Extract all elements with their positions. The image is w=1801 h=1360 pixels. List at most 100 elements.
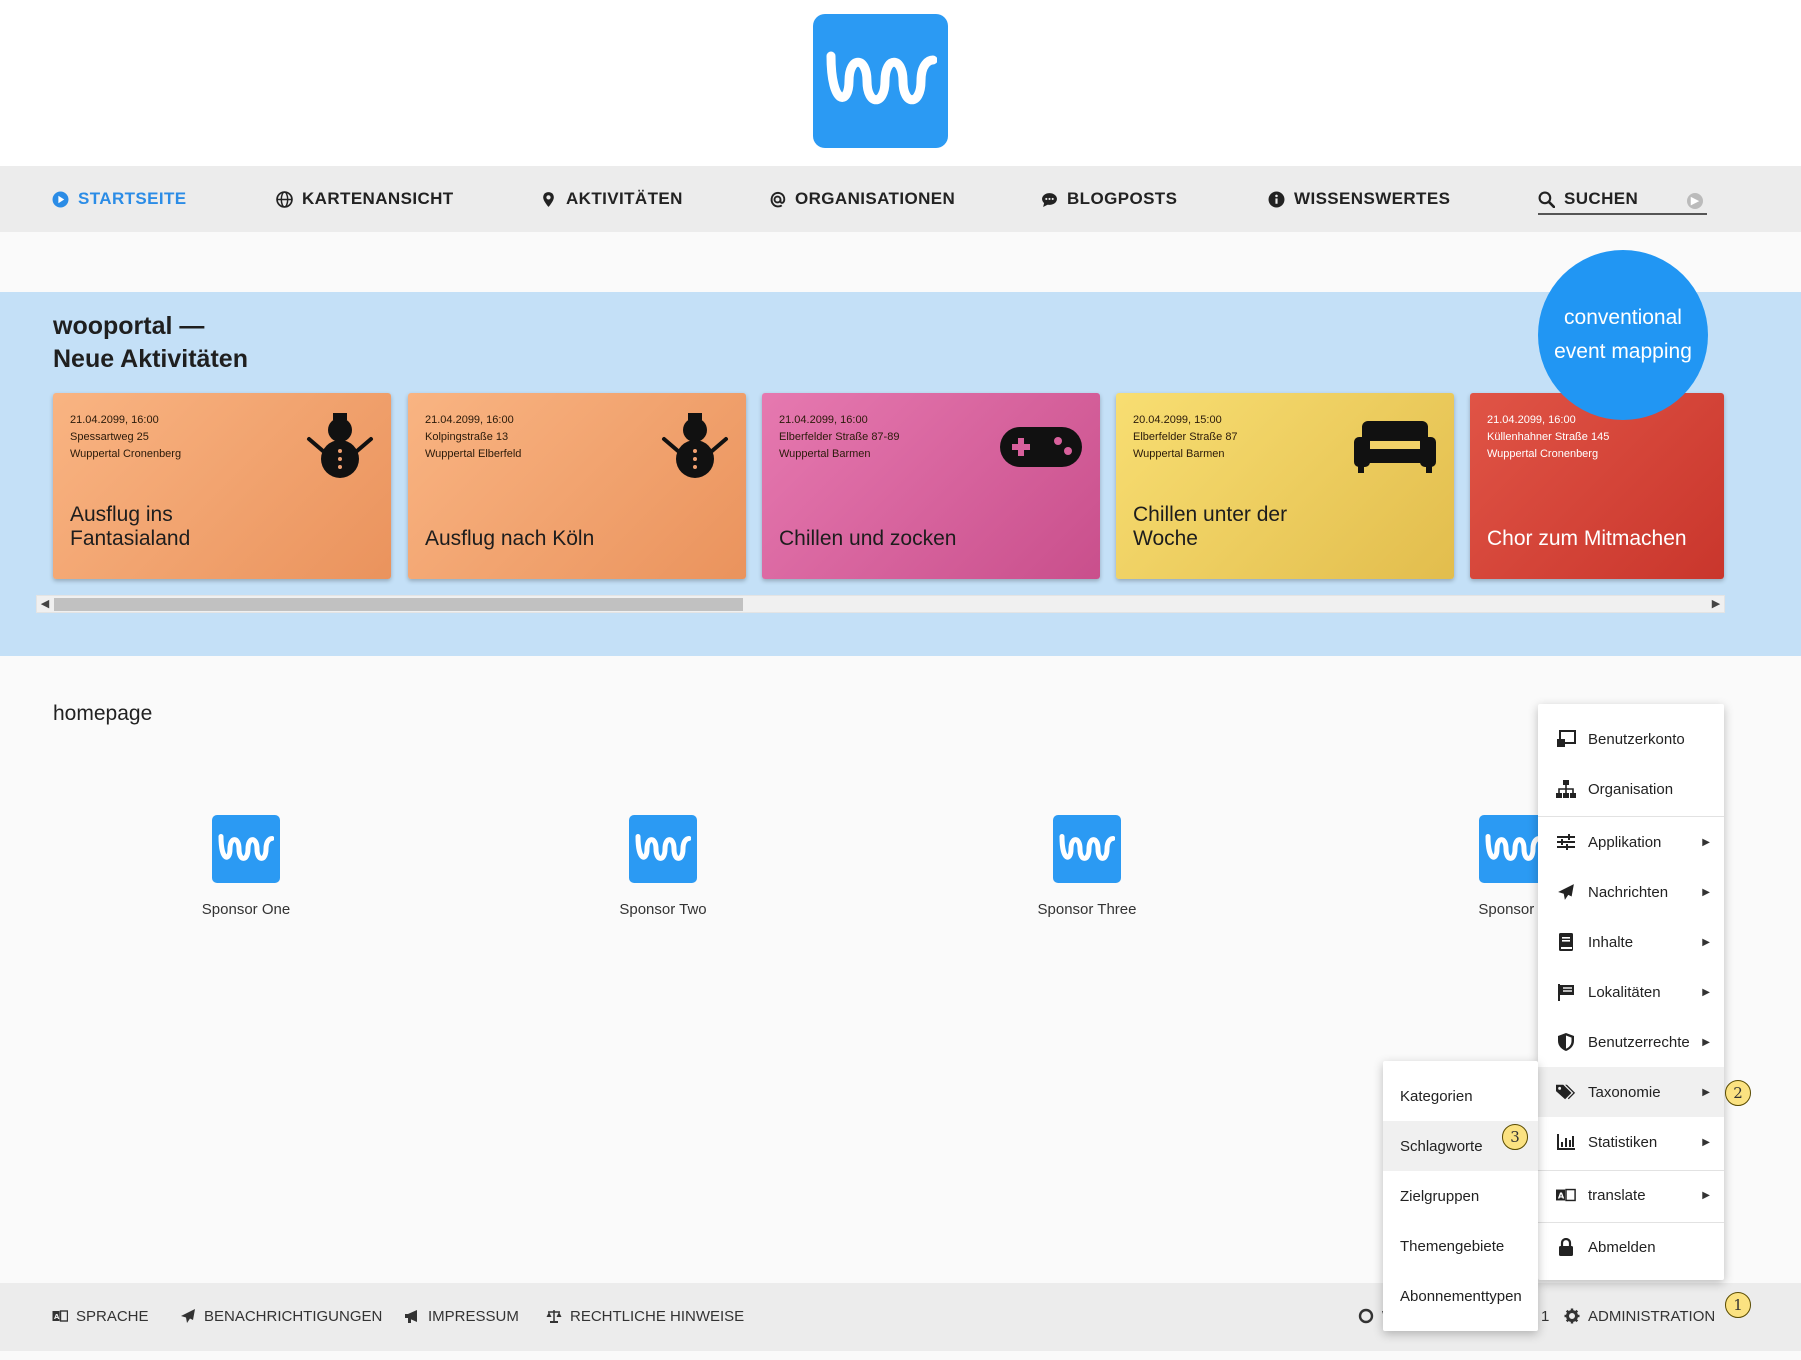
horizontal-scrollbar[interactable]: ◀ ▶ [36,595,1725,613]
homepage-label: homepage [53,702,153,725]
footer-legal-label: RECHTLICHE HINWEISE [570,1307,745,1325]
menu-item-inhalte[interactable]: Inhalte ▶ [1538,917,1724,967]
scroll-left-icon[interactable]: ◀ [37,596,53,612]
menu-item-label: Benutzerrechte [1588,1033,1690,1051]
nav-map[interactable]: KARTENANSICHT [276,166,454,232]
nav-blog[interactable]: BLOGPOSTS [1041,166,1177,232]
sponsor-logo [1053,815,1121,883]
globe-icon [276,190,293,208]
wooportal-logo[interactable] [813,14,948,148]
card-meta: 20.04.2099, 15:00 Elberfelder Straße 87 … [1133,412,1238,463]
card-street: Spessartweg 25 [70,431,149,443]
badge-line1: conventional [1564,306,1682,329]
bar-chart-icon [1556,1132,1576,1152]
step-badge-1: 1 [1725,1292,1751,1318]
menu-item-label: Nachrichten [1588,883,1669,901]
nav-map-label: KARTENANSICHT [302,189,454,208]
menu-item-lokalitaeten[interactable]: Lokalitäten ▶ [1538,967,1724,1017]
menu-item-abmelden[interactable]: Abmelden [1538,1222,1724,1272]
chevron-right-icon: ▶ [1702,836,1710,848]
menu-item-label: Lokalitäten [1588,983,1661,1001]
sliders-icon [1556,832,1576,852]
sponsor-item[interactable]: Sponsor One [146,815,346,918]
book-icon [1556,932,1576,952]
tags-icon [1556,1082,1576,1102]
activity-card[interactable]: 21.04.2099, 16:00 Kolpingstraße 13 Wuppe… [408,393,746,579]
nav-home[interactable]: STARTSEITE [52,166,187,232]
card-city: Wuppertal Elberfeld [425,448,522,460]
page: STARTSEITE KARTENANSICHT AKTIVITÄTEN ORG… [0,0,1801,1360]
card-title: Ausflug ins Fantasialand [70,503,191,550]
activity-card[interactable]: 20.04.2099, 15:00 Elberfelder Straße 87 … [1116,393,1454,579]
snowman-icon [660,411,730,486]
sofa-icon [1352,419,1438,480]
menu-item-organisation[interactable]: Organisation [1538,764,1724,814]
submenu-item-zielgruppen[interactable]: Zielgruppen [1383,1171,1538,1221]
snowman-icon [305,411,375,486]
menu-item-applikation[interactable]: Applikation ▶ [1538,817,1724,867]
footer-imprint[interactable]: IMPRESSUM [404,1305,519,1327]
menu-item-taxonomie[interactable]: Taxonomie ▶ [1538,1067,1724,1117]
search-field[interactable]: SUCHEN [1538,166,1638,232]
chevron-right-icon: ▶ [1702,1136,1710,1148]
footer-notifications-label: BENACHRICHTIGUNGEN [204,1307,383,1325]
submenu-item-abonnementtypen[interactable]: Abonnementtypen [1383,1271,1538,1321]
nav-activities[interactable]: AKTIVITÄTEN [540,166,683,232]
sponsor-name: Sponsor Two [619,901,707,918]
menu-item-label: Applikation [1588,833,1662,851]
footer-language[interactable]: A SPRACHE [52,1305,149,1327]
flag-icon [1556,982,1576,1002]
menu-item-label: Inhalte [1588,933,1634,951]
menu-item-nachrichten[interactable]: Nachrichten ▶ [1538,867,1724,917]
footer-imprint-label: IMPRESSUM [428,1307,519,1325]
sponsor-name: Sponsor Three [1037,901,1137,918]
card-street: Kolpingstraße 13 [425,431,509,443]
sponsor-item[interactable]: Sponsor Three [987,815,1187,918]
nav-info-label: WISSENSWERTES [1294,189,1451,208]
menu-item-statistiken[interactable]: Statistiken ▶ [1538,1117,1724,1167]
section-title: wooportal — Neue Aktivitäten [53,310,248,376]
submenu-item-kategorien[interactable]: Kategorien [1383,1071,1538,1121]
nav-info[interactable]: WISSENSWERTES [1268,166,1450,232]
card-date: 21.04.2099, 16:00 [425,414,514,426]
translate-icon: A [52,1310,68,1322]
card-city: Wuppertal Barmen [779,448,871,460]
paper-plane-icon [1556,882,1576,902]
shield-icon [1556,1032,1576,1052]
footer-partial-right: 1 [1541,1307,1550,1325]
gamepad-icon [998,423,1084,476]
scroll-thumb[interactable] [54,598,743,611]
submenu-item-label: Schlagworte [1400,1137,1483,1155]
gear-icon [1564,1308,1580,1324]
submenu-item-themengebiete[interactable]: Themengebiete [1383,1221,1538,1271]
chevron-right-icon: ▶ [1702,986,1710,998]
activity-card[interactable]: 21.04.2099, 16:00 Spessartweg 25 Wuppert… [53,393,391,579]
play-circle-icon [52,191,69,207]
card-street: Elberfelder Straße 87 [1133,431,1238,443]
card-street: Küllenhahner Straße 145 [1487,431,1610,443]
map-marker-icon [543,191,554,207]
card-city: Wuppertal Cronenberg [70,448,182,460]
nav-organisations[interactable]: ORGANISATIONEN [769,166,955,232]
card-meta: 21.04.2099, 16:00 Elberfelder Straße 87-… [779,412,899,463]
search-icon [1538,191,1555,208]
card-city: Wuppertal Cronenberg [1487,448,1599,460]
activity-card[interactable]: 21.04.2099, 16:00 Elberfelder Straße 87-… [762,393,1100,579]
footer-notifications[interactable]: BENACHRICHTIGUNGEN [180,1305,382,1327]
section-title-line2: Neue Aktivitäten [53,345,248,373]
scroll-right-icon[interactable]: ▶ [1708,596,1724,612]
menu-item-translate[interactable]: A translate ▶ [1538,1170,1724,1220]
card-meta: 21.04.2099, 16:00 Kolpingstraße 13 Wuppe… [425,412,521,463]
event-mapping-badge[interactable]: conventional event mapping [1538,250,1708,420]
menu-item-label: Benutzerkonto [1588,730,1685,748]
activity-card[interactable]: 21.04.2099, 16:00 Küllenhahner Straße 14… [1470,393,1724,579]
chevron-right-icon: ▶ [1702,1189,1710,1201]
submenu-item-label: Abonnementtypen [1400,1287,1522,1305]
bullhorn-icon [405,1310,417,1323]
footer-administration[interactable]: ADMINISTRATION [1564,1305,1715,1327]
search-go-icon[interactable]: ▶ [1687,193,1703,209]
sponsor-item[interactable]: Sponsor Two [563,815,763,918]
menu-item-benutzerkonto[interactable]: Benutzerkonto [1538,714,1724,764]
footer-legal[interactable]: RECHTLICHE HINWEISE [546,1305,744,1327]
menu-item-benutzerrechte[interactable]: Benutzerrechte ▶ [1538,1017,1724,1067]
